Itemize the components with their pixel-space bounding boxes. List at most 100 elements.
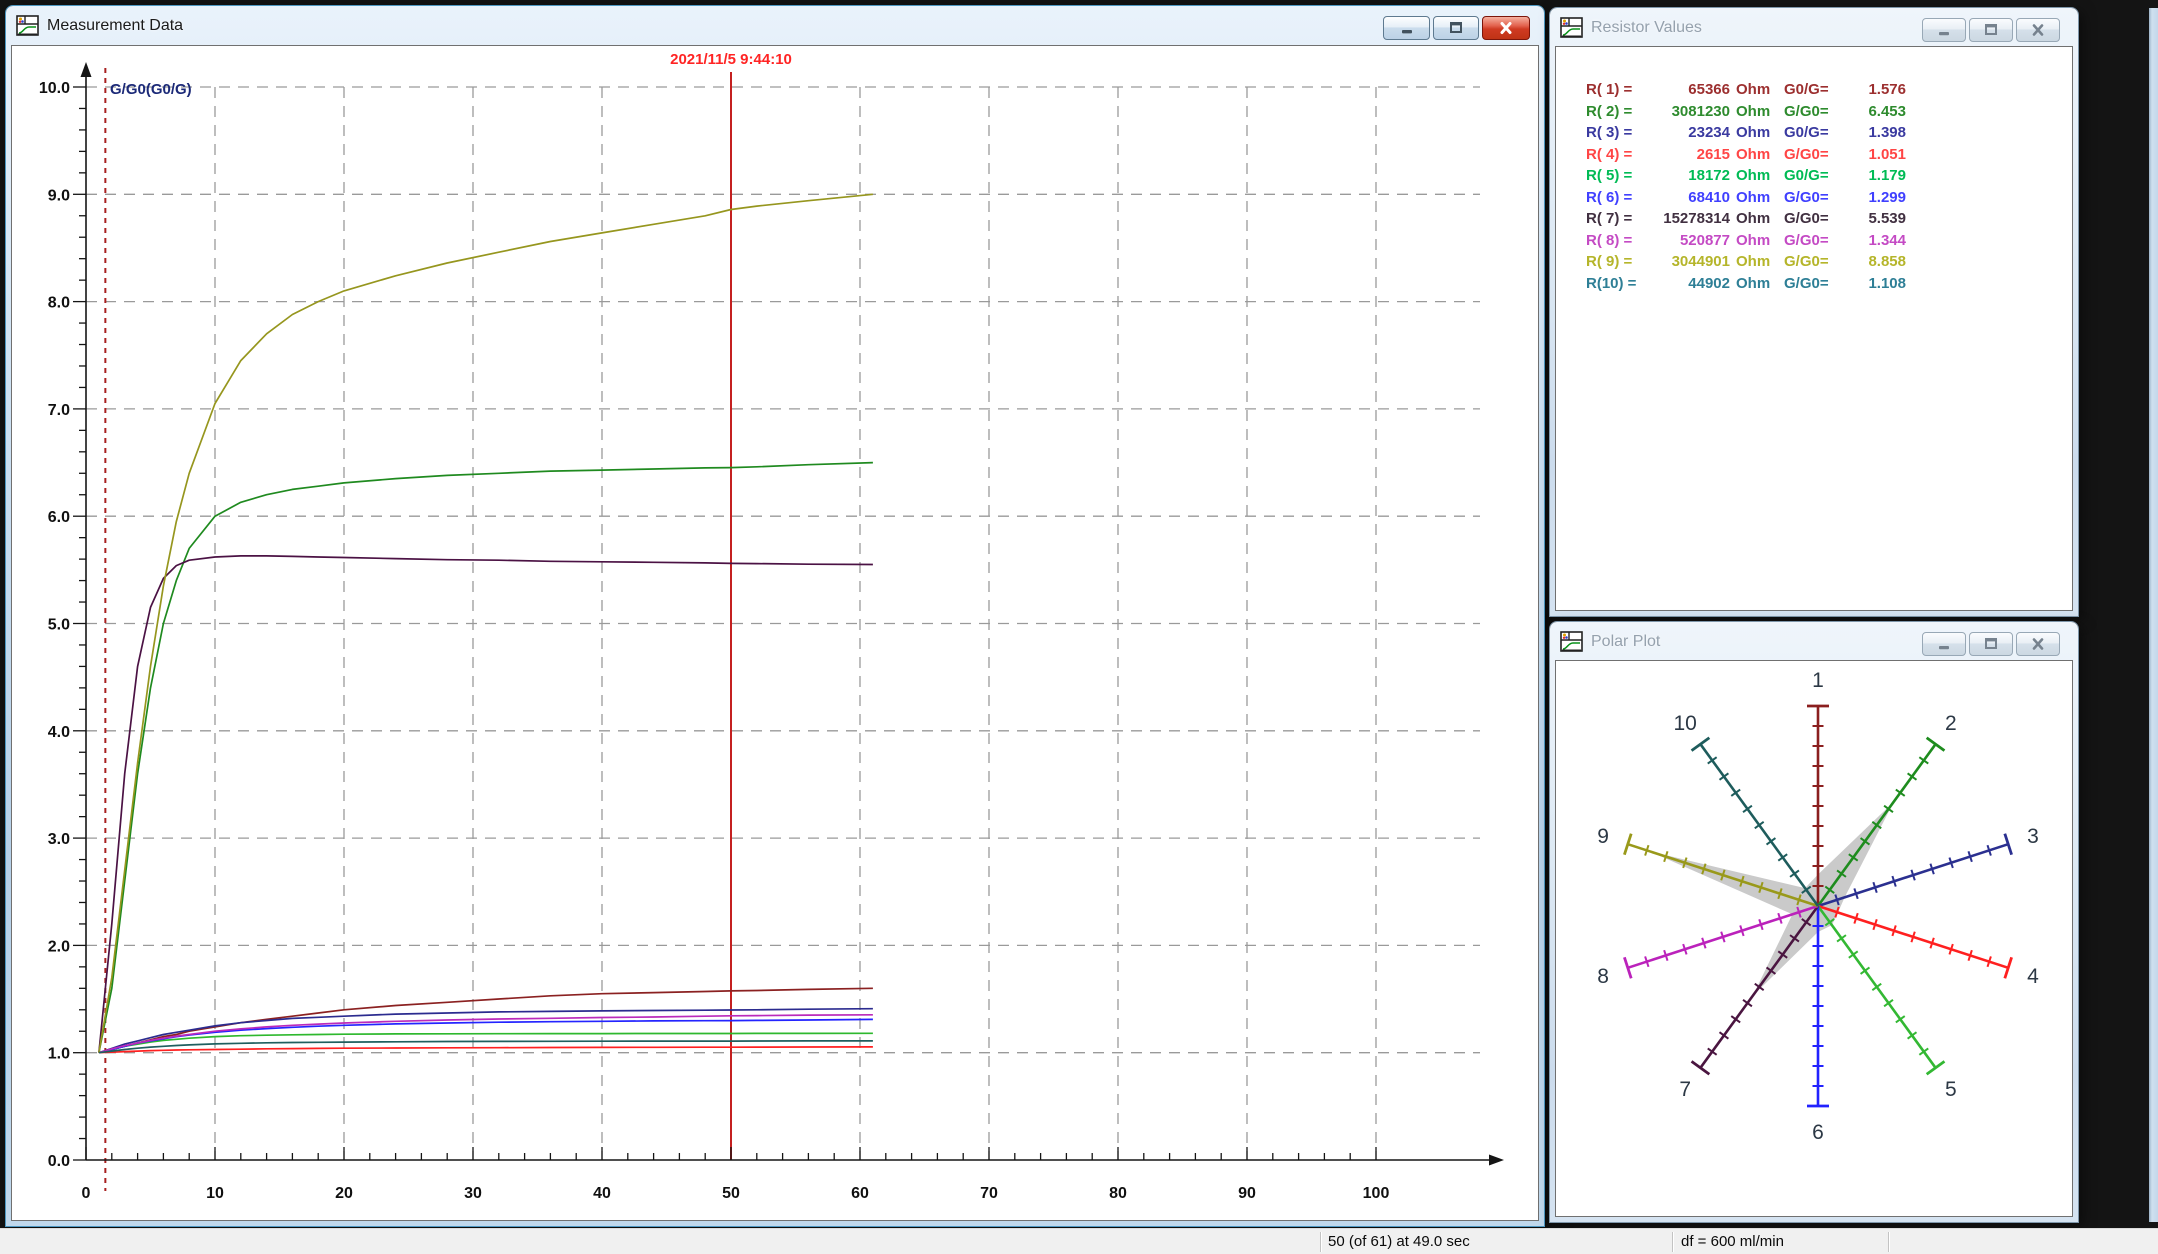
- svg-text:10: 10: [206, 1185, 224, 1202]
- polar-ray-7: [1692, 906, 1818, 1074]
- svg-text:90: 90: [1238, 1185, 1256, 1202]
- maximize-button[interactable]: [1969, 632, 2013, 656]
- polar-window-title: Polar Plot: [1591, 633, 1660, 651]
- close-icon: [2029, 22, 2047, 38]
- maximize-button[interactable]: [1433, 16, 1479, 40]
- resistance-unit: Ohm: [1730, 273, 1784, 295]
- svg-text:6.0: 6.0: [48, 509, 70, 526]
- resistance-unit: Ohm: [1730, 79, 1784, 101]
- resistor-row: R(10) =44902OhmG/G0=1.108: [1586, 273, 2072, 295]
- resistor-row: R( 9) =3044901OhmG/G0=8.858: [1586, 251, 2072, 273]
- svg-text:7.0: 7.0: [48, 402, 70, 419]
- svg-text:2.0: 2.0: [48, 938, 70, 955]
- resistance-value: 68410: [1650, 187, 1730, 209]
- chart-app-icon: [1560, 631, 1584, 653]
- status-bar: 50 (of 61) at 49.0 sec df = 600 ml/min: [0, 1228, 2158, 1254]
- resistor-label: R( 3) =: [1586, 122, 1650, 144]
- resistor-label: R( 5) =: [1586, 165, 1650, 187]
- resistor-row: R( 7) =15278314OhmG/G0=5.539: [1586, 208, 2072, 230]
- svg-text:1.0: 1.0: [48, 1046, 70, 1063]
- resistance-unit: Ohm: [1730, 251, 1784, 273]
- polar-ray-number: 1: [1812, 669, 1824, 692]
- resistor-titlebar[interactable]: Resistor Values: [1550, 8, 2078, 48]
- svg-text:5.0: 5.0: [48, 617, 70, 634]
- svg-text:4.0: 4.0: [48, 724, 70, 741]
- svg-text:20: 20: [335, 1185, 353, 1202]
- resistor-window-title: Resistor Values: [1591, 19, 1702, 37]
- polar-ray-number: 2: [1945, 712, 1957, 735]
- close-button[interactable]: [2016, 632, 2060, 656]
- polar-ray-number: 4: [2027, 965, 2039, 988]
- resistor-row: R( 1) =65366OhmG0/G=1.576: [1586, 79, 2072, 101]
- resistor-row: R( 2) =3081230OhmG/G0=6.453: [1586, 101, 2072, 123]
- svg-text:0.0: 0.0: [48, 1153, 70, 1170]
- resistance-value: 2615: [1650, 144, 1730, 166]
- resistance-value: 65366: [1650, 79, 1730, 101]
- resistor-row: R( 6) =68410OhmG/G0=1.299: [1586, 187, 2072, 209]
- ratio-value: 1.576: [1850, 79, 1906, 101]
- resistance-unit: Ohm: [1730, 101, 1784, 123]
- svg-text:30: 30: [464, 1185, 482, 1202]
- close-button[interactable]: [1482, 16, 1530, 40]
- svg-text:80: 80: [1109, 1185, 1127, 1202]
- resistor-label: R( 4) =: [1586, 144, 1650, 166]
- resistor-values-window: Resistor Values R( 1) =65366OhmG0/G=1.57…: [1550, 8, 2078, 616]
- close-icon: [2029, 636, 2047, 652]
- svg-text:9.0: 9.0: [48, 187, 70, 204]
- resistance-value: 23234: [1650, 122, 1730, 144]
- polar-ray-number: 10: [1673, 712, 1696, 735]
- polar-titlebar[interactable]: Polar Plot: [1550, 622, 2078, 662]
- minimize-icon: [1398, 20, 1416, 36]
- partial-window-edge[interactable]: [2149, 8, 2158, 1222]
- ratio-value: 6.453: [1850, 101, 1906, 123]
- app-root: Measurement Data 01020304050607080901000…: [0, 0, 2158, 1254]
- polar-ray-5: [1818, 906, 1944, 1074]
- status-separator: [1320, 1232, 1321, 1252]
- ratio-label: G/G0=: [1784, 208, 1850, 230]
- resistance-unit: Ohm: [1730, 165, 1784, 187]
- restore-icon: [1447, 20, 1465, 36]
- y-axis-label: G/G0(G0/G): [110, 81, 192, 98]
- minimize-button[interactable]: [1383, 16, 1430, 40]
- minimize-button[interactable]: [1922, 632, 1966, 656]
- cursor-datetime-label: 2021/11/5 9:44:10: [670, 51, 792, 68]
- restore-icon: [1982, 636, 2000, 652]
- svg-text:50: 50: [722, 1185, 740, 1202]
- ratio-label: G/G0=: [1784, 144, 1850, 166]
- minimize-button[interactable]: [1922, 18, 1966, 42]
- resistor-label: R( 8) =: [1586, 230, 1650, 252]
- resistor-label: R( 7) =: [1586, 208, 1650, 230]
- status-flow-text: df = 600 ml/min: [1681, 1233, 1784, 1250]
- resistor-values-area: R( 1) =65366OhmG0/G=1.576R( 2) =3081230O…: [1555, 46, 2073, 611]
- measurement-titlebar[interactable]: Measurement Data: [6, 6, 1544, 46]
- ratio-label: G/G0=: [1784, 230, 1850, 252]
- resistor-label: R( 9) =: [1586, 251, 1650, 273]
- status-separator: [1672, 1232, 1673, 1252]
- minimize-icon: [1935, 22, 1953, 38]
- ratio-label: G0/G=: [1784, 79, 1850, 101]
- status-separator: [1888, 1232, 1889, 1252]
- resistance-unit: Ohm: [1730, 230, 1784, 252]
- resistor-row: R( 3) =23234OhmG0/G=1.398: [1586, 122, 2072, 144]
- svg-text:40: 40: [593, 1185, 611, 1202]
- ratio-value: 1.108: [1850, 273, 1906, 295]
- svg-text:0: 0: [82, 1185, 91, 1202]
- close-button[interactable]: [2016, 18, 2060, 42]
- close-icon: [1497, 20, 1515, 36]
- polar-chart: 12345678910: [1556, 661, 2072, 1216]
- ratio-value: 1.051: [1850, 144, 1906, 166]
- resistor-label: R( 6) =: [1586, 187, 1650, 209]
- curve-R7: [99, 556, 873, 1053]
- measurement-chart-area: 01020304050607080901000.01.02.03.04.05.0…: [11, 45, 1539, 1221]
- ratio-value: 1.344: [1850, 230, 1906, 252]
- polar-plot-area: 12345678910: [1555, 660, 2073, 1217]
- measurement-data-window: Measurement Data 01020304050607080901000…: [6, 6, 1544, 1226]
- ratio-label: G/G0=: [1784, 101, 1850, 123]
- maximize-button[interactable]: [1969, 18, 2013, 42]
- resistor-label: R( 1) =: [1586, 79, 1650, 101]
- ratio-label: G/G0=: [1784, 187, 1850, 209]
- ratio-label: G0/G=: [1784, 165, 1850, 187]
- measurement-window-title: Measurement Data: [47, 17, 183, 35]
- resistance-unit: Ohm: [1730, 144, 1784, 166]
- polar-ray-number: 8: [1597, 965, 1609, 988]
